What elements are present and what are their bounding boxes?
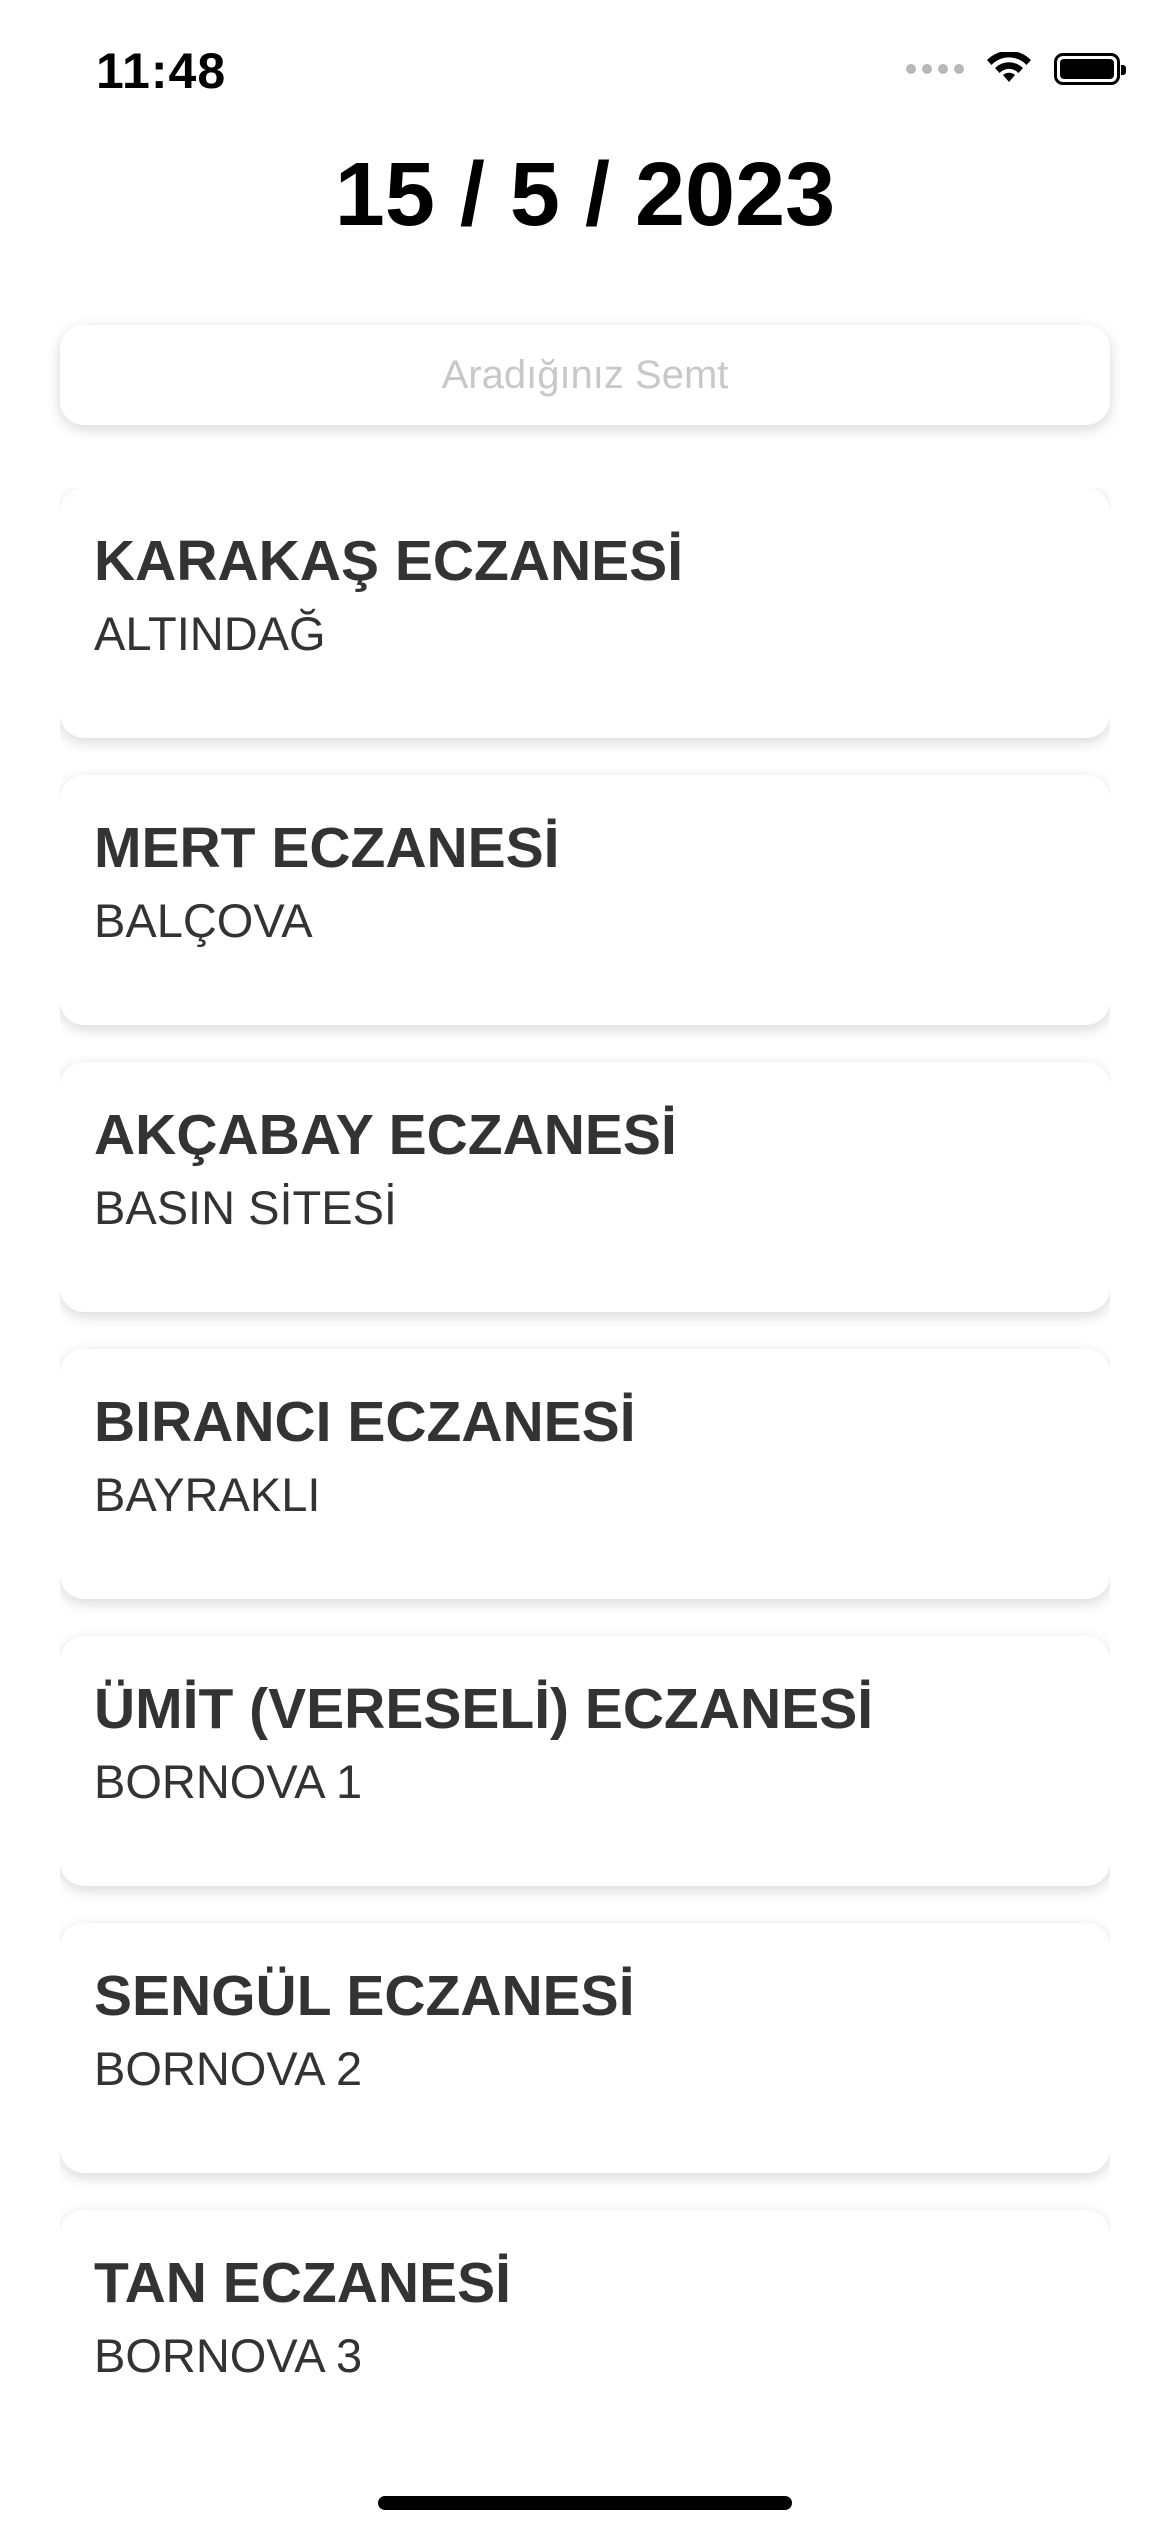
home-indicator[interactable] <box>378 2496 792 2510</box>
status-icons <box>906 52 1126 86</box>
pharmacy-district: BAYRAKLI <box>94 1468 321 1521</box>
page-title-date: 15 / 5 / 2023 <box>334 145 836 245</box>
battery-icon <box>1054 53 1126 85</box>
pharmacy-district: ALTINDAĞ <box>94 607 326 660</box>
pharmacy-name: SENGÜL ECZANESİ <box>94 1964 635 2028</box>
pharmacy-name: MERT ECZANESİ <box>94 816 560 880</box>
pharmacy-district: BORNOVA 1 <box>94 1755 363 1808</box>
pharmacy-card[interactable]: KARAKAŞ ECZANESİ ALTINDAĞ <box>60 488 1110 738</box>
pharmacy-name: ÜMİT (VERESELİ) ECZANESİ <box>94 1677 874 1741</box>
pharmacy-name: TAN ECZANESİ <box>94 2251 511 2315</box>
pharmacy-card[interactable]: BIRANCI ECZANESİ BAYRAKLI <box>60 1349 1110 1599</box>
status-time: 11:48 <box>96 43 227 99</box>
search-input[interactable] <box>60 325 1110 425</box>
pharmacy-card[interactable]: TAN ECZANESİ BORNOVA 3 <box>60 2210 1110 2428</box>
pharmacy-name: AKÇABAY ECZANESİ <box>94 1103 677 1167</box>
pharmacy-name: BIRANCI ECZANESİ <box>94 1390 636 1454</box>
pharmacy-district: BALÇOVA <box>94 894 313 947</box>
pharmacy-list[interactable]: KARAKAŞ ECZANESİ ALTINDAĞ MERT ECZANESİ BAL… <box>60 488 1110 2428</box>
pharmacy-district: BORNOVA 3 <box>94 2329 363 2382</box>
status-bar: 11:48 <box>0 0 1170 140</box>
pharmacy-list-content: KARAKAŞ ECZANESİ ALTINDAĞ MERT ECZANESİ BAL… <box>60 488 1110 2428</box>
pharmacy-card[interactable]: SENGÜL ECZANESİ BORNOVA 2 <box>60 1923 1110 2173</box>
pharmacy-card[interactable]: MERT ECZANESİ BALÇOVA <box>60 775 1110 1025</box>
pharmacy-district: BASIN SİTESİ <box>94 1181 397 1234</box>
pharmacy-name: KARAKAŞ ECZANESİ <box>94 529 684 593</box>
cellular-signal-icon <box>906 64 964 74</box>
pharmacy-card[interactable]: AKÇABAY ECZANESİ BASIN SİTESİ <box>60 1062 1110 1312</box>
pharmacy-card[interactable]: ÜMİT (VERESELİ) ECZANESİ BORNOVA 1 <box>60 1636 1110 1886</box>
pharmacy-district: BORNOVA 2 <box>94 2042 363 2095</box>
wifi-icon <box>986 52 1032 86</box>
